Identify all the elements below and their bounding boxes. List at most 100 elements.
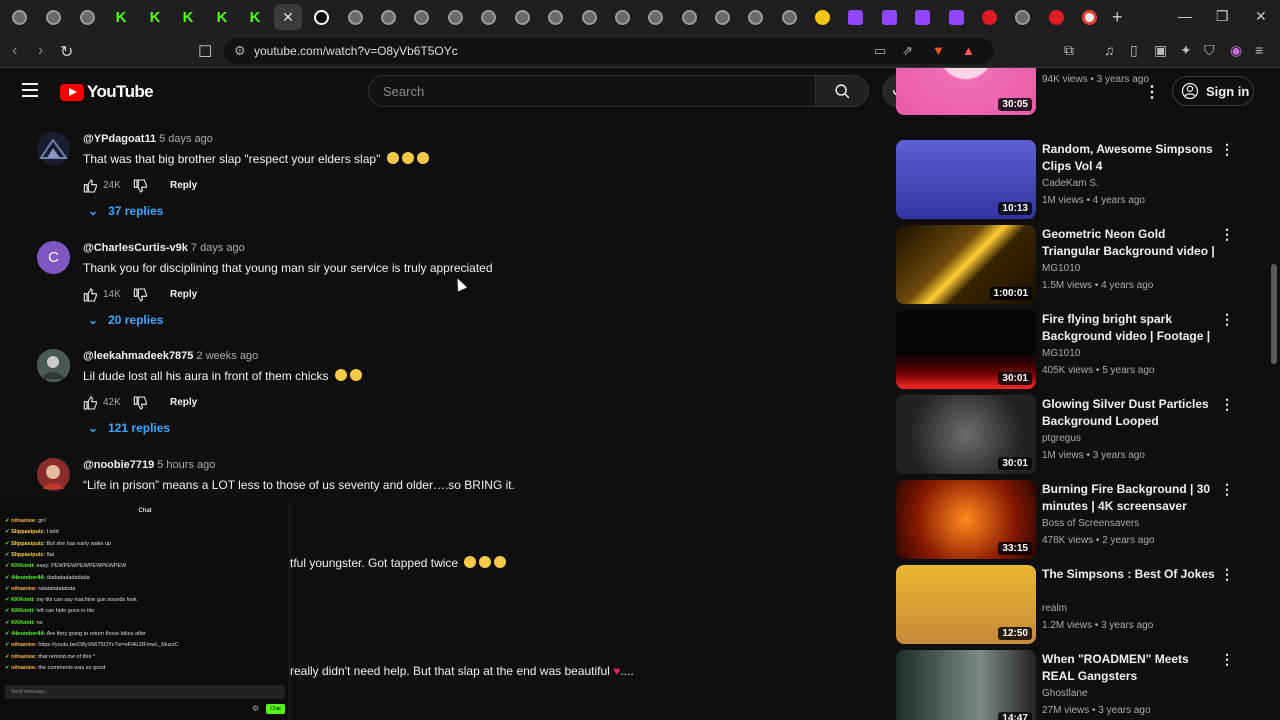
tab-kick-1[interactable]: K — [110, 6, 132, 28]
chat-username[interactable]: Slippasipulz: — [11, 541, 45, 547]
video-menu-icon[interactable]: ⋮ — [1220, 226, 1234, 243]
chat-settings-icon[interactable]: ⚙ — [252, 704, 259, 713]
reply-button[interactable]: Reply — [170, 397, 197, 408]
browser-menu-icon[interactable]: ≡ — [1255, 42, 1263, 58]
chat-username[interactable]: nilnaniee: — [11, 586, 37, 592]
video-title[interactable]: Glowing Silver Dust Particles Background… — [1042, 396, 1217, 430]
video-title[interactable]: When "ROADMEN" Meets REAL Gangsters (COM… — [1042, 651, 1217, 685]
video-thumbnail[interactable]: 14:47 — [896, 650, 1036, 720]
tab-youtube-2[interactable] — [1045, 6, 1067, 28]
tab-search-icon[interactable]: ⧉ — [1064, 42, 1074, 59]
chat-input[interactable]: Send message... — [5, 685, 285, 699]
video-channel[interactable]: CadeKam S. — [1042, 178, 1099, 189]
media-icon[interactable]: ♫ — [1104, 42, 1115, 58]
bookmark-icon[interactable]: ☐ — [198, 42, 212, 62]
comment-author[interactable]: @CharlesCurtis-v9k 7 days ago — [83, 242, 245, 254]
search-button[interactable] — [815, 75, 869, 107]
chat-username[interactable]: 44number44: — [11, 575, 45, 581]
tab-8ball[interactable] — [310, 6, 332, 28]
video-menu-icon[interactable]: ⋮ — [1220, 566, 1234, 583]
chat-username[interactable]: nilnaniee: — [11, 665, 37, 671]
tab-globe-3[interactable] — [76, 6, 98, 28]
tab-globe-1[interactable] — [8, 6, 30, 28]
chat-username[interactable]: Slippasipulz: — [11, 529, 45, 535]
video-card[interactable]: 12:50 The Simpsons : Best Of Jokes realm 1.… — [896, 565, 1268, 645]
reload-icon[interactable]: ↻ — [60, 42, 73, 62]
tab-globe-18[interactable] — [1011, 6, 1033, 28]
video-thumbnail[interactable]: 30:01 — [896, 310, 1036, 389]
tab-globe-13[interactable] — [644, 6, 666, 28]
video-title[interactable]: Burning Fire Background | 30 minutes | 4… — [1042, 481, 1217, 515]
site-info-icon[interactable]: ⚙ — [234, 43, 246, 59]
video-title[interactable]: The Simpsons : Best Of Jokes — [1042, 566, 1217, 583]
dislike-icon[interactable] — [133, 178, 149, 194]
sidebar-icon[interactable]: ▯ — [1130, 42, 1138, 59]
search-input[interactable]: Search — [368, 75, 816, 107]
tab-youtube-1[interactable] — [978, 6, 1000, 28]
chat-send-button[interactable]: Chat — [266, 704, 285, 714]
reply-button[interactable]: Reply — [170, 289, 197, 300]
vpn-icon[interactable]: ⛉ — [1204, 42, 1215, 59]
tab-globe-5[interactable] — [377, 6, 399, 28]
video-card[interactable]: 1:00:01 Geometric Neon Gold Triangular Ba… — [896, 225, 1268, 305]
video-channel[interactable]: Boss of Screensavers — [1042, 518, 1139, 529]
video-channel[interactable]: ptgregus — [1042, 433, 1081, 444]
video-channel[interactable]: MG1010 — [1042, 348, 1080, 359]
share-icon[interactable]: ⇗ — [902, 43, 913, 59]
like-icon[interactable] — [83, 287, 99, 303]
close-tab-icon[interactable]: ✕ — [282, 9, 294, 26]
avatar[interactable] — [37, 132, 70, 165]
video-card[interactable]: 30:01 Fire flying bright spark Background… — [896, 310, 1268, 390]
avatar[interactable]: C — [37, 241, 70, 274]
video-channel[interactable]: realm — [1042, 603, 1067, 614]
video-title[interactable]: Random, Awesome Simpsons Clips Vol 4 — [1042, 141, 1217, 175]
tab-kick-5[interactable]: K — [244, 6, 266, 28]
tab-globe-12[interactable] — [611, 6, 633, 28]
chat-username[interactable]: 44number44: — [11, 631, 45, 637]
video-channel[interactable]: Ghostlane — [1042, 688, 1088, 699]
video-menu-icon[interactable]: ⋮ — [1220, 311, 1234, 328]
video-thumbnail[interactable]: 10:13 — [896, 140, 1036, 219]
tab-globe-7[interactable] — [444, 6, 466, 28]
avatar[interactable] — [37, 458, 70, 491]
scrollbar-thumb[interactable] — [1271, 264, 1277, 364]
avatar[interactable] — [37, 349, 70, 382]
menu-icon[interactable] — [22, 83, 38, 101]
video-thumbnail[interactable]: 12:50 — [896, 565, 1036, 644]
tab-twitch-3[interactable] — [911, 6, 933, 28]
tab-globe-4[interactable] — [344, 6, 366, 28]
brave-rewards-icon[interactable]: ▲ — [962, 43, 975, 58]
dislike-icon[interactable] — [133, 287, 149, 303]
tab-globe-8[interactable] — [477, 6, 499, 28]
video-menu-icon[interactable]: ⋮ — [1220, 651, 1234, 668]
dislike-icon[interactable] — [133, 395, 149, 411]
tab-globe-16[interactable] — [744, 6, 766, 28]
tab-globe-10[interactable] — [544, 6, 566, 28]
chat-username[interactable]: KKKonti: — [11, 620, 35, 626]
tab-twitch-1[interactable] — [844, 6, 866, 28]
wallet-icon[interactable]: ▣ — [1154, 42, 1167, 59]
comment-author[interactable]: @YPdagoat11 5 days ago — [83, 133, 213, 145]
tab-globe-17[interactable] — [778, 6, 800, 28]
tab-globe-9[interactable] — [511, 6, 533, 28]
page-scrollbar[interactable] — [1268, 68, 1280, 720]
chat-username[interactable]: Slippasipulz: — [11, 552, 45, 558]
tab-globe-6[interactable] — [410, 6, 432, 28]
video-thumbnail[interactable]: 1:00:01 — [896, 225, 1036, 304]
reply-button[interactable]: Reply — [170, 180, 197, 191]
video-thumbnail[interactable]: 30:01 — [896, 395, 1036, 474]
brave-shield-icon[interactable]: ▼ — [932, 43, 945, 58]
view-replies-button[interactable]: ⌄ 20 replies — [88, 313, 163, 327]
close-window-icon[interactable]: ✕ — [1255, 8, 1267, 25]
comment-author[interactable]: @leekahmadeek7875 2 weeks ago — [83, 350, 258, 362]
chat-username[interactable]: nilnaniee: — [11, 654, 37, 660]
view-replies-button[interactable]: ⌄ 121 replies — [88, 421, 170, 435]
tab-globe-15[interactable] — [711, 6, 733, 28]
tab-kick-2[interactable]: K — [144, 6, 166, 28]
chat-username[interactable]: KKKonti: — [11, 597, 35, 603]
tab-kick-4[interactable]: K — [211, 6, 233, 28]
video-title[interactable]: Fire flying bright spark Background vide… — [1042, 311, 1217, 345]
tab-twitch-2[interactable] — [878, 6, 900, 28]
profile-icon[interactable]: ◉ — [1230, 42, 1242, 59]
tab-gmail[interactable] — [1078, 6, 1100, 28]
